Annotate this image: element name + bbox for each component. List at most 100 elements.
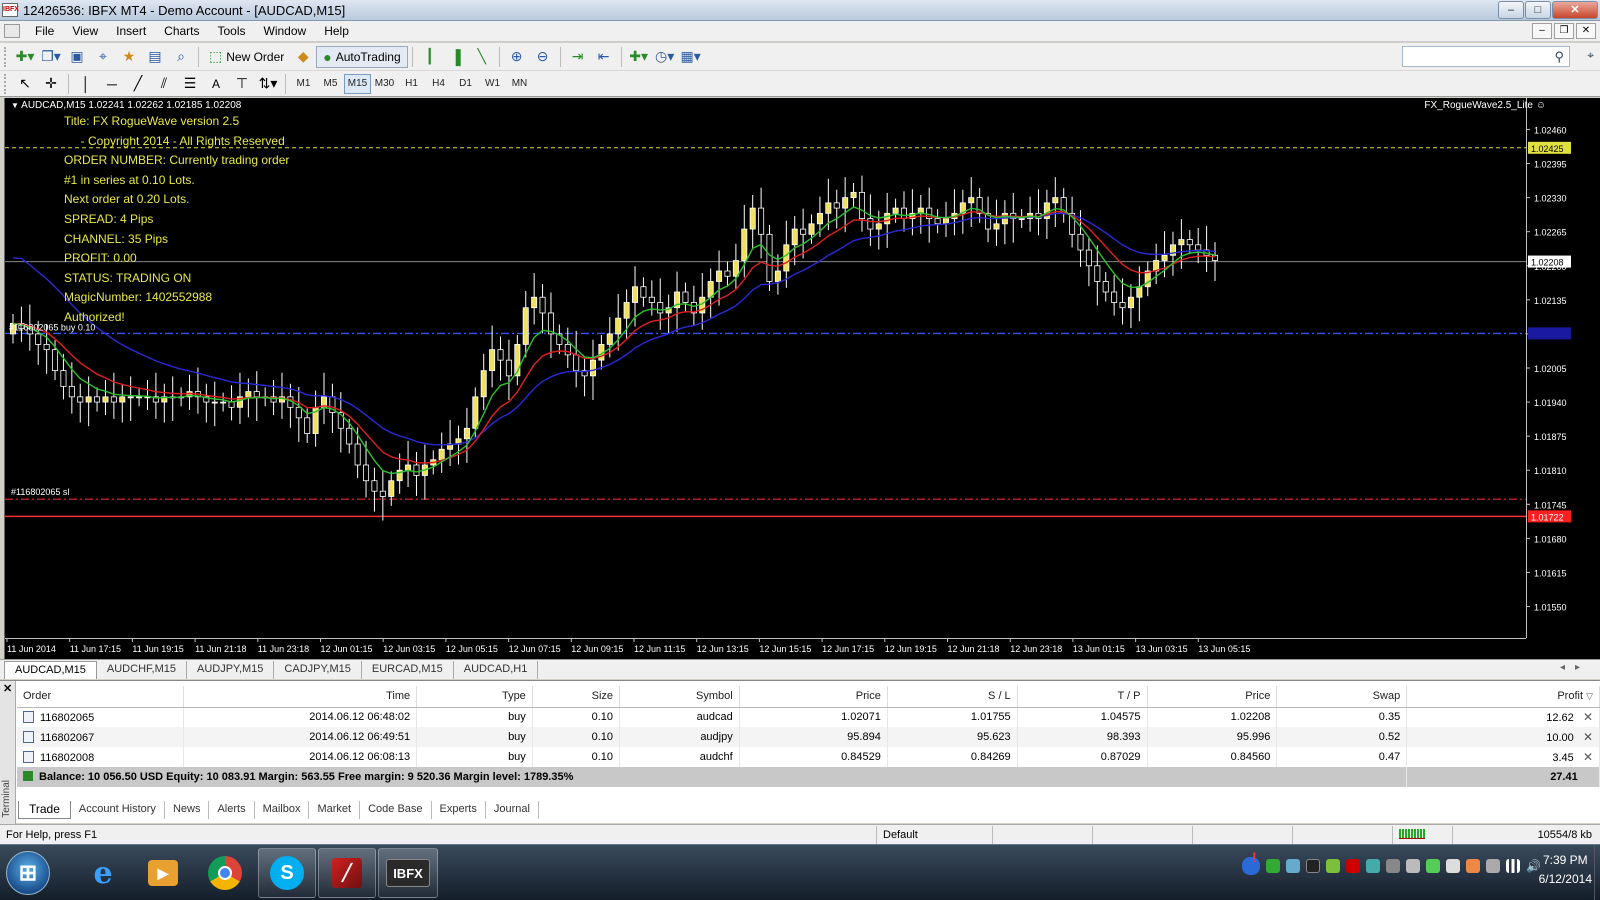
table-row[interactable]: 116802008 2014.06.12 06:08:13 buy 0.10 a… [17, 747, 1600, 767]
timeframe-h4[interactable]: H4 [425, 74, 452, 94]
price-chart[interactable]: 1.024601.023951.023301.022651.022001.021… [4, 98, 1600, 659]
arrows-icon[interactable]: ⇅▾ [256, 73, 280, 95]
chart-tab-audjpy-m15[interactable]: AUDJPY,M15 [187, 661, 275, 679]
text-label-icon[interactable]: ⊤ [230, 73, 254, 95]
col-symbol[interactable]: Symbol [619, 686, 740, 708]
col-sl[interactable]: S / L [887, 686, 1018, 708]
autotrading-button[interactable]: ● AutoTrading [316, 45, 408, 68]
chart-minimize-button[interactable]: – [1532, 23, 1552, 39]
text-icon[interactable]: A [204, 73, 228, 95]
connection-status[interactable] [1392, 825, 1452, 844]
tab-code-base[interactable]: Code Base [360, 801, 432, 819]
usb-icon[interactable] [1406, 859, 1420, 873]
col-swap[interactable]: Swap [1276, 686, 1408, 708]
timeframe-m5[interactable]: M5 [317, 74, 344, 94]
menu-charts[interactable]: Charts [155, 24, 208, 38]
terminal-close-icon[interactable]: ✕ [3, 682, 12, 695]
navigator-icon[interactable]: ★ [117, 46, 141, 68]
security-icon[interactable] [1266, 859, 1280, 873]
minimize-button[interactable]: – [1498, 1, 1524, 19]
col-current-price[interactable]: Price [1147, 686, 1278, 708]
tab-mailbox[interactable]: Mailbox [255, 801, 310, 819]
system-clock[interactable]: 7:39 PM 6/12/2014 [1539, 851, 1592, 889]
menu-window[interactable]: Window [255, 24, 316, 38]
chrome-button[interactable] [196, 848, 254, 898]
close-order-icon[interactable]: ✕ [1583, 750, 1593, 764]
tab-trade[interactable]: Trade [18, 801, 71, 819]
chart-tab-audcad-m15[interactable]: AUDCAD,M15 [4, 661, 97, 679]
internet-explorer-button[interactable]: e [74, 848, 132, 898]
search-icon[interactable]: ⚲ [1554, 49, 1564, 65]
zoom-out-icon[interactable]: ⊖ [531, 46, 555, 68]
col-type[interactable]: Type [416, 686, 533, 708]
timeframe-m1[interactable]: M1 [290, 74, 317, 94]
menu-help[interactable]: Help [315, 24, 358, 38]
search-input[interactable]: ⚲ [1402, 46, 1570, 67]
col-time[interactable]: Time [183, 686, 418, 708]
close-order-icon[interactable]: ✕ [1583, 730, 1593, 744]
media-player-button[interactable]: ▶ [134, 848, 192, 898]
terminal-icon[interactable]: ▤ [143, 46, 167, 68]
phone-icon[interactable] [1486, 859, 1500, 873]
timeframe-d1[interactable]: D1 [452, 74, 479, 94]
tab-alerts[interactable]: Alerts [209, 801, 255, 819]
cursor-icon[interactable]: ↖ [13, 73, 37, 95]
new-chart-icon[interactable]: ✚▾ [13, 46, 37, 68]
cell-sl[interactable]: 1.01755 [887, 707, 1018, 727]
bar-chart-icon[interactable]: ┃ [418, 46, 442, 68]
tab-news[interactable]: News [165, 801, 210, 819]
timeframe-m30[interactable]: M30 [371, 74, 398, 94]
chart-shift-icon[interactable]: ⇤ [592, 46, 616, 68]
tab-scroll-arrows[interactable]: ◂▸ [1560, 662, 1590, 673]
col-tp[interactable]: T / P [1017, 686, 1148, 708]
col-profit[interactable]: Profit ▽ [1406, 686, 1600, 708]
table-row[interactable]: 116802065 2014.06.12 06:48:02 buy 0.10 a… [17, 707, 1600, 727]
cell-tp[interactable]: 0.87029 [1017, 747, 1148, 767]
zoom-in-icon[interactable]: ⊕ [505, 46, 529, 68]
col-order[interactable]: Order [17, 686, 184, 708]
auto-scroll-icon[interactable]: ⇥ [566, 46, 590, 68]
cell-tp[interactable]: 98.393 [1017, 727, 1148, 747]
flag-icon[interactable] [1446, 859, 1460, 873]
menu-insert[interactable]: Insert [107, 24, 155, 38]
sync-icon[interactable] [1366, 859, 1380, 873]
red-app-button[interactable]: ╱ [318, 848, 376, 898]
indicators-icon[interactable]: ✚▾ [627, 46, 651, 68]
data-window-icon[interactable]: ⌖ [91, 46, 115, 68]
strategy-tester-icon[interactable]: ⌕ [169, 46, 193, 68]
close-order-icon[interactable]: ✕ [1583, 710, 1593, 724]
adobe-icon[interactable] [1346, 859, 1360, 873]
tab-journal[interactable]: Journal [486, 801, 539, 819]
table-row[interactable]: 116802067 2014.06.12 06:49:51 buy 0.10 a… [17, 727, 1600, 747]
cell-sl[interactable]: 0.84269 [887, 747, 1018, 767]
horizontal-line-icon[interactable]: ─ [100, 73, 124, 95]
menu-tools[interactable]: Tools [209, 24, 255, 38]
skype-button[interactable]: S [258, 848, 316, 898]
signal-icon[interactable] [1506, 859, 1520, 873]
chart-tab-cadjpy-m15[interactable]: CADJPY,M15 [274, 661, 362, 679]
maximize-button[interactable]: □ [1525, 1, 1551, 19]
pin-icon[interactable]: ⌖ [1587, 48, 1594, 63]
tab-market[interactable]: Market [309, 801, 361, 819]
expert-advisor-label[interactable]: FX_RogueWave2.5_Lite ☺ [1424, 100, 1546, 111]
tab-experts[interactable]: Experts [432, 801, 486, 819]
chart-restore-button[interactable]: ❐ [1554, 23, 1574, 39]
chart-tab-audcad-h1[interactable]: AUDCAD,H1 [454, 661, 539, 679]
cell-tp[interactable]: 1.04575 [1017, 707, 1148, 727]
trendline-icon[interactable]: ╱ [126, 73, 150, 95]
metaeditor-icon[interactable]: ◆ [291, 46, 315, 68]
timeframe-mn[interactable]: MN [506, 74, 533, 94]
chart-tab-audchf-m15[interactable]: AUDCHF,M15 [97, 661, 187, 679]
periods-icon[interactable]: ◷▾ [653, 46, 677, 68]
updates-icon[interactable] [1286, 859, 1300, 873]
templates-icon[interactable]: ▦▾ [679, 46, 703, 68]
candlesticks-icon[interactable]: ▐ [444, 46, 468, 68]
close-button[interactable]: ✕ [1552, 1, 1598, 19]
crosshair-icon[interactable]: ✛ [39, 73, 63, 95]
vertical-line-icon[interactable]: │ [74, 73, 98, 95]
col-size[interactable]: Size [532, 686, 621, 708]
market-watch-icon[interactable]: ▣ [65, 46, 89, 68]
show-desktop-button[interactable] [1594, 845, 1600, 900]
start-button[interactable]: ⊞ [6, 851, 50, 895]
nvidia-icon[interactable] [1326, 859, 1340, 873]
